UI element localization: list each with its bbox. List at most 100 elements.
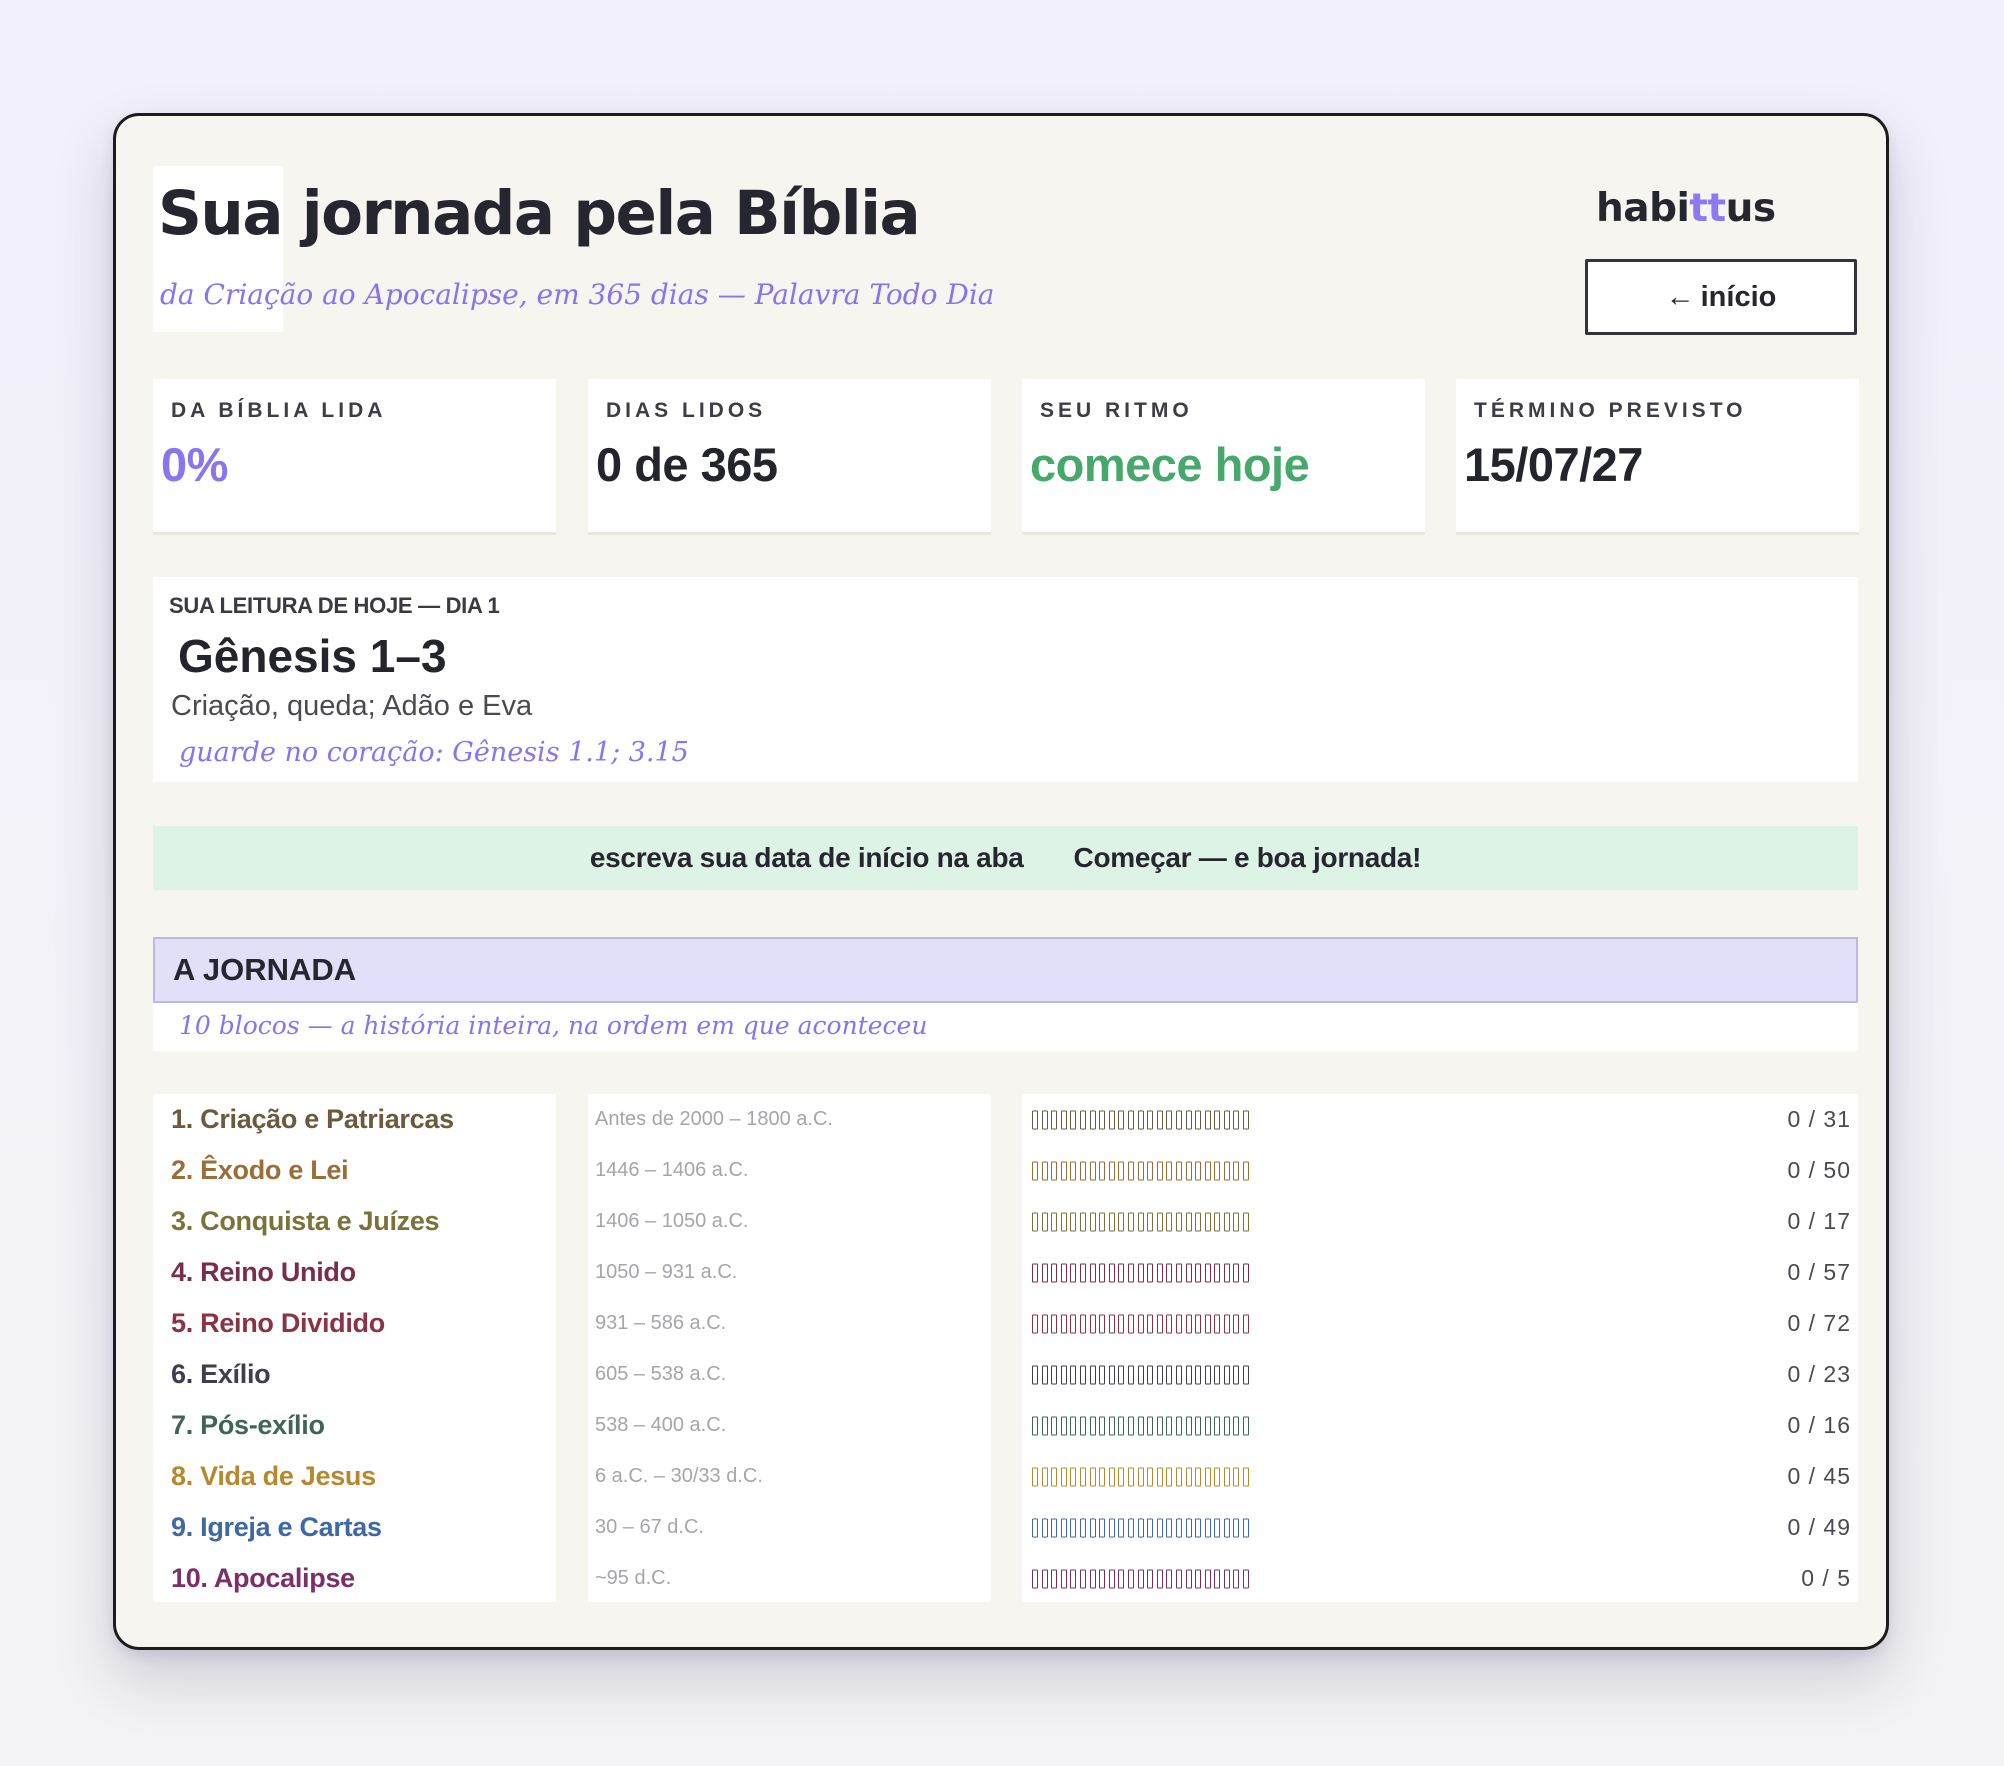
progress-box xyxy=(1127,1212,1134,1231)
progress-box xyxy=(1099,1212,1106,1231)
progress-box xyxy=(1185,1569,1192,1588)
progress-box xyxy=(1051,1365,1058,1384)
progress-box xyxy=(1060,1110,1067,1129)
progress-box xyxy=(1137,1110,1144,1129)
block-progress-count: 0 / 31 xyxy=(1787,1106,1851,1132)
home-button[interactable]: ← início xyxy=(1585,259,1857,335)
block-period: ~95 d.C. xyxy=(595,1567,672,1589)
block-row: 1050 – 931 a.C. xyxy=(588,1247,991,1298)
progress-box xyxy=(1233,1569,1240,1588)
progress-box xyxy=(1156,1467,1163,1486)
progress-box xyxy=(1060,1263,1067,1282)
progress-box xyxy=(1223,1161,1230,1180)
progress-box xyxy=(1051,1518,1058,1537)
progress-box xyxy=(1079,1467,1086,1486)
progress-box xyxy=(1137,1416,1144,1435)
progress-box xyxy=(1032,1212,1038,1231)
progress-box xyxy=(1233,1212,1240,1231)
progress-box xyxy=(1108,1110,1115,1129)
block-row: 6 a.C. – 30/33 d.C. xyxy=(588,1451,991,1502)
progress-box xyxy=(1185,1212,1192,1231)
progress-box xyxy=(1137,1518,1144,1537)
progress-box xyxy=(1243,1569,1250,1588)
progress-box xyxy=(1108,1518,1115,1537)
progress-box xyxy=(1051,1314,1058,1333)
progress-box xyxy=(1099,1416,1106,1435)
block-progress-count: 0 / 17 xyxy=(1787,1208,1851,1234)
progress-box xyxy=(1127,1518,1134,1537)
block-progress-row: 0 / 49 xyxy=(1022,1502,1858,1553)
page-subtitle: da Criação ao Apocalipse, em 365 dias — … xyxy=(160,278,995,311)
progress-boxes xyxy=(1032,1416,1250,1435)
progress-box xyxy=(1156,1416,1163,1435)
block-period: 931 – 586 a.C. xyxy=(595,1312,727,1334)
journey-section-header: A JORNADA xyxy=(153,937,1858,1003)
progress-box xyxy=(1156,1314,1163,1333)
block-name: 8. Vida de Jesus xyxy=(171,1461,376,1491)
progress-box xyxy=(1223,1416,1230,1435)
progress-box xyxy=(1204,1365,1211,1384)
progress-box xyxy=(1118,1518,1125,1537)
progress-box xyxy=(1089,1161,1096,1180)
progress-box xyxy=(1204,1161,1211,1180)
progress-box xyxy=(1060,1416,1067,1435)
progress-box xyxy=(1118,1161,1125,1180)
progress-box xyxy=(1108,1416,1115,1435)
block-progress-row: 0 / 17 xyxy=(1022,1196,1858,1247)
progress-box xyxy=(1041,1212,1048,1231)
progress-box xyxy=(1032,1263,1038,1282)
block-name: 7. Pós-exílio xyxy=(171,1410,325,1440)
progress-box xyxy=(1243,1212,1250,1231)
block-progress-row: 0 / 45 xyxy=(1022,1451,1858,1502)
progress-box xyxy=(1079,1518,1086,1537)
progress-box xyxy=(1051,1569,1058,1588)
block-row: 9. Igreja e Cartas xyxy=(153,1502,556,1553)
stat-card-pace: SEU RITMO comece hoje xyxy=(1022,379,1425,535)
progress-box xyxy=(1204,1467,1211,1486)
stat-label: TÉRMINO PREVISTO xyxy=(1474,399,1747,422)
progress-boxes xyxy=(1032,1365,1250,1384)
progress-box xyxy=(1032,1416,1038,1435)
banner-text-part2: Começar — e boa jornada! xyxy=(1073,842,1422,873)
progress-boxes xyxy=(1032,1518,1250,1537)
today-reading-card: SUA LEITURA DE HOJE — DIA 1 Gênesis 1–3 … xyxy=(153,577,1858,782)
progress-box xyxy=(1127,1263,1134,1282)
progress-box xyxy=(1243,1110,1250,1129)
progress-box xyxy=(1060,1518,1067,1537)
progress-box xyxy=(1070,1314,1077,1333)
today-reading-description: Criação, queda; Adão e Eva xyxy=(171,690,533,722)
block-name: 3. Conquista e Juízes xyxy=(171,1206,440,1236)
progress-box xyxy=(1243,1161,1250,1180)
progress-box xyxy=(1118,1569,1125,1588)
block-progress-count: 0 / 5 xyxy=(1801,1565,1851,1591)
progress-boxes xyxy=(1032,1263,1250,1282)
progress-box xyxy=(1089,1110,1096,1129)
progress-box xyxy=(1243,1314,1250,1333)
progress-box xyxy=(1233,1467,1240,1486)
block-row: 6. Exílio xyxy=(153,1349,556,1400)
block-row: 1406 – 1050 a.C. xyxy=(588,1196,991,1247)
progress-box xyxy=(1204,1569,1211,1588)
block-row: 30 – 67 d.C. xyxy=(588,1502,991,1553)
progress-box xyxy=(1137,1263,1144,1282)
progress-box xyxy=(1051,1110,1058,1129)
progress-box xyxy=(1175,1263,1182,1282)
progress-box xyxy=(1156,1110,1163,1129)
progress-box xyxy=(1214,1161,1221,1180)
block-progress-count: 0 / 45 xyxy=(1787,1463,1851,1489)
block-periods-column: Antes de 2000 – 1800 a.C. 1446 – 1406 a.C… xyxy=(588,1094,991,1602)
progress-box xyxy=(1214,1314,1221,1333)
progress-box xyxy=(1214,1365,1221,1384)
progress-box xyxy=(1041,1416,1048,1435)
block-progress-count: 0 / 57 xyxy=(1787,1259,1851,1285)
progress-box xyxy=(1099,1518,1106,1537)
progress-box xyxy=(1032,1161,1038,1180)
progress-box xyxy=(1175,1110,1182,1129)
progress-box xyxy=(1175,1365,1182,1384)
progress-box xyxy=(1041,1518,1048,1537)
progress-box xyxy=(1175,1161,1182,1180)
progress-box xyxy=(1089,1569,1096,1588)
progress-box xyxy=(1089,1314,1096,1333)
progress-box xyxy=(1032,1569,1038,1588)
progress-box xyxy=(1195,1365,1202,1384)
